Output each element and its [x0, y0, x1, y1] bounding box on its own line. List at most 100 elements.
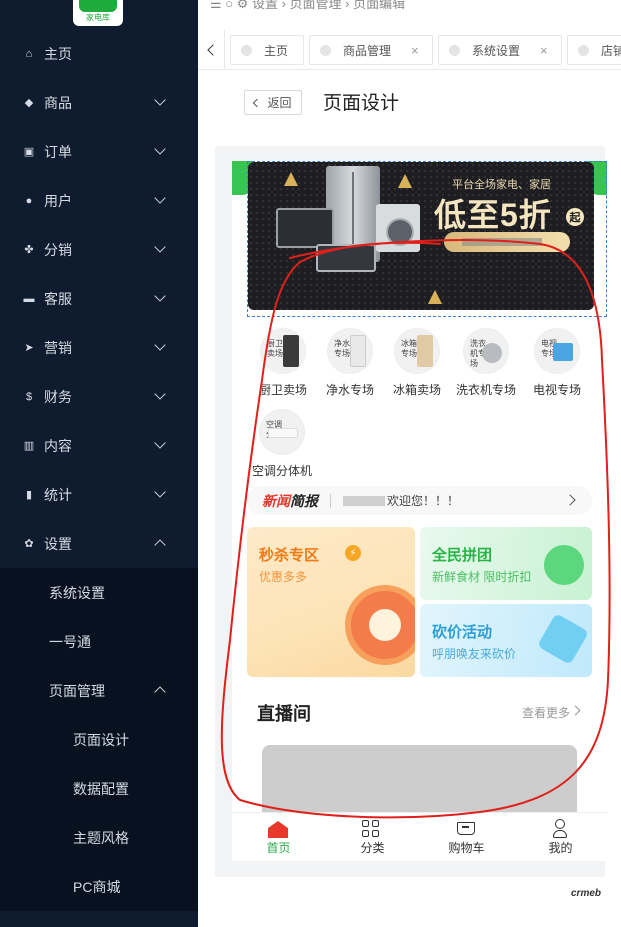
cart-icon: ▣ — [23, 146, 35, 158]
home-icon — [268, 821, 288, 838]
close-icon[interactable]: × — [540, 43, 548, 58]
tab-store[interactable]: 店铺 — [567, 35, 621, 65]
news-logo: 新闻简报 — [262, 492, 318, 509]
sidebar-item-page-management[interactable]: 页面管理 — [0, 666, 198, 715]
chevron-down-icon — [154, 192, 166, 204]
back-button[interactable]: 返回 — [244, 90, 302, 115]
news-blurred-text — [343, 495, 385, 506]
sidebar-item-label: 主页 — [44, 45, 72, 62]
banner-pill — [444, 232, 570, 252]
category-item[interactable]: 净水专场 净水专场 — [313, 328, 387, 398]
tab-home[interactable]: 主页 — [230, 35, 304, 65]
sidebar-item-page-design[interactable]: 页面设计 — [0, 715, 198, 764]
tab-label: 系统设置 — [472, 43, 521, 58]
sidebar: 家电库 ⌂ 主页 ◆ 商品 ▣ 订单 ● 用户 ✤ 分销 ▬ 客服 ➤ 营销 $… — [0, 0, 198, 927]
tab-dot-icon — [449, 44, 460, 56]
view-more-link[interactable]: 查看更多 — [522, 704, 570, 721]
sidebar-item-system-settings[interactable]: 系统设置 — [0, 568, 198, 617]
sidebar-item-label: 数据配置 — [73, 780, 129, 797]
tabbar-label: 我的 — [548, 841, 573, 855]
category-label: 净水专场 — [325, 383, 374, 397]
group-buy-title: 全民拼团 — [432, 547, 493, 564]
category-image: 电视专场 — [534, 328, 580, 374]
sidebar-item-label: 设置 — [44, 535, 72, 552]
banner-headline: 低至5折 — [434, 197, 552, 233]
megaphone-icon — [544, 545, 584, 585]
user-icon — [553, 819, 567, 839]
category-item[interactable]: 电视专场 电视专场 — [520, 328, 594, 398]
category-image: 洗衣机专场 — [463, 328, 509, 374]
chevron-up-icon — [154, 686, 166, 698]
tabs-scroll-left-button[interactable] — [198, 30, 225, 70]
news-bar[interactable]: 新闻简报 欢迎您！！！ — [247, 486, 592, 515]
sidebar-item-marketing[interactable]: ➤ 营销 — [0, 323, 198, 372]
home-icon: ⌂ — [25, 47, 33, 60]
category-item[interactable]: 空调分体 空调分体机 — [245, 409, 319, 479]
sidebar-item-orders[interactable]: ▣ 订单 — [0, 127, 198, 176]
sidebar-item-goods[interactable]: ◆ 商品 — [0, 78, 198, 127]
sidebar-item-users[interactable]: ● 用户 — [0, 176, 198, 225]
sidebar-item-label: 分销 — [44, 241, 72, 258]
logo[interactable]: 家电库 — [73, 0, 123, 26]
tab-bar: 主页 商品管理 × 系统设置 × 店铺 — [198, 30, 621, 70]
gear-icon: ✿ — [24, 538, 34, 550]
dollar-icon: $ — [25, 390, 33, 403]
breadcrumb: ☰ ○ ⚙ 设置 › 页面管理 › 页面编辑 — [210, 0, 406, 11]
group-buy-card[interactable]: 全民拼团 新鲜食材 限时折扣 — [420, 527, 592, 600]
category-label: 空调分体机 — [251, 464, 312, 478]
close-icon[interactable]: × — [411, 43, 419, 58]
price-tag-icon — [537, 613, 589, 665]
chevron-up-icon — [154, 539, 166, 551]
sidebar-item-label: PC商城 — [73, 878, 121, 895]
sidebar-item-label: 客服 — [44, 290, 72, 307]
tabbar-cart[interactable]: 购物车 — [420, 813, 513, 861]
bargain-title: 砍价活动 — [432, 624, 493, 641]
seckill-card[interactable]: 秒杀专区 ⚡ 优惠多多 — [247, 527, 415, 677]
category-image: 空调分体 — [259, 409, 305, 455]
sidebar-item-content[interactable]: ▥ 内容 — [0, 421, 198, 470]
tabbar-label: 首页 — [266, 841, 291, 855]
sidebar-item-settings[interactable]: ✿ 设置 — [0, 519, 198, 568]
tab-goods-management[interactable]: 商品管理 × — [309, 35, 433, 65]
sidebar-item-yihaotong[interactable]: 一号通 — [0, 617, 198, 666]
group-buy-subtitle: 新鲜食材 限时折扣 — [432, 570, 532, 584]
sidebar-item-label: 财务 — [44, 388, 72, 405]
lightning-icon: ⚡ — [345, 545, 361, 561]
sidebar-item-label: 用户 — [44, 192, 72, 209]
tabbar-mine[interactable]: 我的 — [514, 813, 607, 861]
bargain-card[interactable]: 砍价活动 呼朋唤友来砍价 — [420, 604, 592, 677]
sidebar-item-pc-mall[interactable]: PC商城 — [0, 862, 198, 911]
sidebar-item-distribution[interactable]: ✤ 分销 — [0, 225, 198, 274]
category-item[interactable]: 厨卫卖场 厨卫卖场 — [246, 328, 320, 398]
tab-label: 店铺 — [601, 43, 621, 58]
gold-triangle-icon — [284, 172, 298, 186]
chevron-down-icon — [154, 290, 166, 302]
banner-carousel[interactable]: 平台全场家电、家居 低至5折 起 — [248, 162, 594, 310]
sidebar-item-label: 页面设计 — [73, 731, 129, 748]
banner-badge: 起 — [566, 208, 584, 226]
settings-submenu: 系统设置 一号通 页面管理 页面设计 数据配置 主题风格 PC商城 — [0, 568, 198, 911]
tab-system-settings[interactable]: 系统设置 × — [438, 35, 562, 65]
tabbar-home[interactable]: 首页 — [232, 813, 325, 861]
tab-label: 商品管理 — [343, 43, 392, 58]
sidebar-item-statistics[interactable]: ▮ 统计 — [0, 470, 198, 519]
sidebar-item-label: 商品 — [44, 94, 72, 111]
sidebar-item-service[interactable]: ▬ 客服 — [0, 274, 198, 323]
tabbar-category[interactable]: 分类 — [326, 813, 419, 861]
logo-text: 家电库 — [86, 13, 110, 22]
chevron-down-icon — [154, 94, 166, 106]
sidebar-item-label: 主题风格 — [73, 829, 129, 846]
tab-dot-icon — [578, 44, 589, 56]
brand-logo: crmeb — [570, 888, 601, 899]
alarm-clock-icon — [345, 585, 415, 665]
goods-bag-icon: ◆ — [24, 97, 34, 109]
sidebar-item-theme-style[interactable]: 主题风格 — [0, 813, 198, 862]
washer-image — [376, 204, 420, 252]
tabbar-label: 购物车 — [448, 841, 485, 855]
sidebar-item-label: 统计 — [44, 486, 72, 503]
category-item[interactable]: 冰箱专场 冰箱卖场 — [380, 328, 454, 398]
sidebar-item-finance[interactable]: $ 财务 — [0, 372, 198, 421]
sidebar-item-data-config[interactable]: 数据配置 — [0, 764, 198, 813]
sidebar-item-home[interactable]: ⌂ 主页 — [0, 29, 198, 78]
category-item[interactable]: 洗衣机专场 洗衣机专场 — [449, 328, 523, 398]
